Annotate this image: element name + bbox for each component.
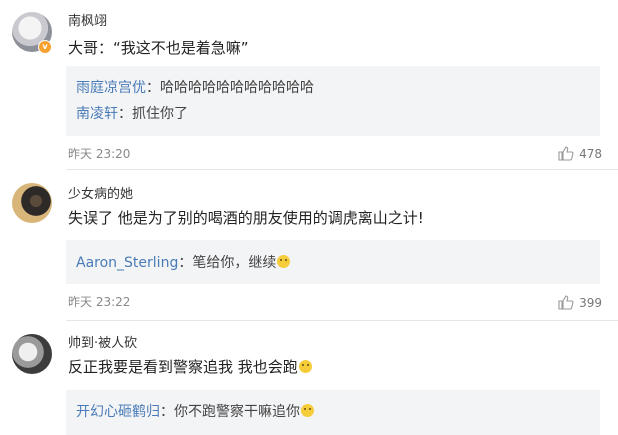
comment-1: v 南枫翊 大哥：“我这不也是着急嘛” 雨庭凉宫优：哈哈哈哈哈哈哈哈哈哈哈 南凌… — [0, 0, 618, 170]
reply-box: 开幻心砸鹤归：你不跑警察干嘛追你 — [66, 390, 600, 435]
comment-3: 帅到·被人砍 反正我要是看到警察追我 我也会跑 开幻心砸鹤归：你不跑警察干嘛追你 — [0, 321, 618, 435]
reply-item: 南凌轩：抓住你了 — [76, 103, 188, 123]
comment-timestamp: 昨天 23:22 — [68, 295, 131, 309]
reply-box: 雨庭凉宫优：哈哈哈哈哈哈哈哈哈哈哈 南凌轩：抓住你了 — [66, 66, 600, 136]
reply-text: ：你不跑警察干嘛追你 — [160, 404, 300, 420]
comment-2: 少女病的她 失误了 他是为了别的喝酒的朋友使用的调虎离山之计! Aaron_St… — [0, 170, 618, 321]
smile-emoji-icon — [277, 255, 291, 268]
verified-badge-icon: v — [38, 40, 52, 54]
reply-item: Aaron_Sterling：笔给你，继续 — [76, 252, 291, 272]
comment-username[interactable]: 南枫翊 — [68, 10, 107, 29]
comment-text: 失误了 他是为了别的喝酒的朋友使用的调虎离山之计! — [68, 209, 424, 227]
comment-text-content: 反正我要是看到警察追我 我也会跑 — [68, 358, 298, 376]
comment-text: 大哥：“我这不也是着急嘛” — [68, 39, 249, 57]
like-button[interactable]: 399 — [558, 295, 602, 310]
smile-emoji-icon — [301, 404, 314, 417]
reply-text: ：笔给你，继续 — [178, 255, 277, 271]
reply-item: 雨庭凉宫优：哈哈哈哈哈哈哈哈哈哈哈 — [76, 77, 314, 97]
smile-emoji-icon — [298, 360, 312, 373]
reply-username[interactable]: Aaron_Sterling — [76, 255, 178, 271]
reply-username[interactable]: 雨庭凉宫优 — [76, 80, 146, 96]
comment-timestamp: 昨天 23:20 — [68, 147, 131, 161]
like-count: 399 — [579, 295, 602, 310]
avatar[interactable] — [12, 334, 52, 374]
thumbs-up-icon — [558, 146, 574, 161]
comment-username[interactable]: 帅到·被人砍 — [68, 332, 137, 351]
reply-username[interactable]: 南凌轩 — [76, 106, 118, 122]
avatar[interactable] — [12, 183, 52, 223]
like-count: 478 — [579, 146, 602, 161]
reply-text: ：抓住你了 — [118, 106, 188, 122]
reply-box: Aaron_Sterling：笔给你，继续 — [66, 240, 600, 284]
thumbs-up-icon — [558, 295, 574, 310]
comment-username[interactable]: 少女病的她 — [68, 183, 133, 202]
reply-item: 开幻心砸鹤归：你不跑警察干嘛追你 — [76, 401, 314, 421]
reply-username[interactable]: 开幻心砸鹤归 — [76, 404, 160, 420]
like-button[interactable]: 478 — [558, 146, 602, 161]
comment-text: 反正我要是看到警察追我 我也会跑 — [68, 356, 312, 377]
reply-text: ：哈哈哈哈哈哈哈哈哈哈哈 — [146, 80, 314, 96]
